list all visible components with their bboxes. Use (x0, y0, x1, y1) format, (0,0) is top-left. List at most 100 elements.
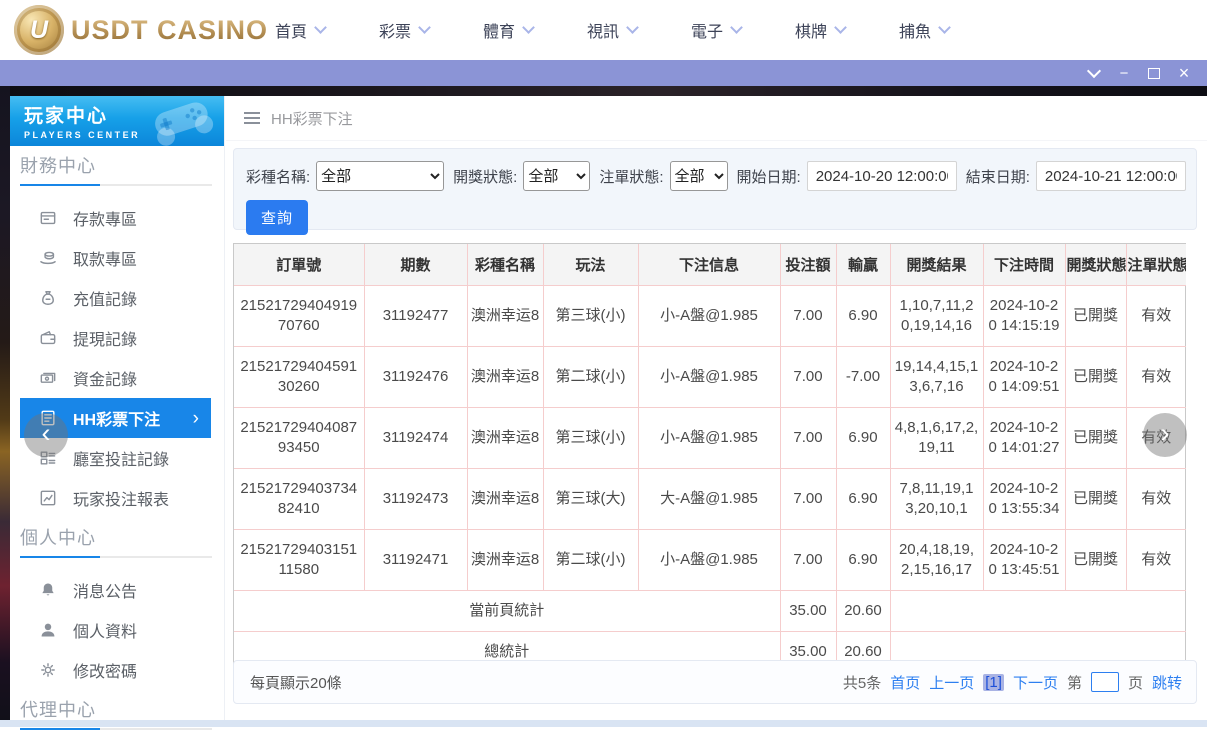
cell-play: 第三球(小) (543, 286, 638, 347)
cell-bet-info: 小-A盤@1.985 (638, 286, 780, 347)
end-date-input[interactable] (1036, 161, 1186, 191)
cell-draw-result: 19,14,4,15,13,6,7,16 (890, 347, 983, 408)
filter-row: 彩種名稱: 全部 開獎狀態: 全部 注單狀態: 全部 開始日期: 結束日期: (246, 161, 1196, 191)
report-icon (38, 488, 58, 508)
bell-icon (38, 580, 58, 600)
sidebar-item-0-0[interactable]: 存款專區 (10, 198, 224, 238)
cell-bet-amount: 7.00 (780, 286, 836, 347)
sidebar-item-1-0[interactable]: 消息公告 (10, 570, 224, 610)
sidebar-item-label: 玩家投注報表 (73, 486, 169, 510)
summary-win-loss: 20.60 (836, 591, 890, 632)
window-maximize-icon[interactable] (1139, 60, 1169, 86)
cell-play: 第二球(小) (543, 530, 638, 591)
page-title: HH彩票下注 (271, 108, 353, 129)
cell-lottery-name: 澳洲幸运8 (467, 408, 543, 469)
jump-label-prefix: 第 (1067, 672, 1082, 693)
sidebar-item-0-2[interactable]: 充值記錄 (10, 278, 224, 318)
sidebar-item-label: 提現記錄 (73, 326, 137, 350)
first-page-link[interactable]: 首页 (890, 672, 920, 693)
collapse-sidebar-button[interactable]: ‹ (24, 413, 68, 457)
nav-item-label: 捕魚 (899, 18, 931, 42)
col-header-order-status: 注單狀態 (1126, 244, 1186, 286)
sidebar: 玩家中心 PLAYERS CENTER 財務中心存款專區取款專區充值記錄提現記錄… (10, 96, 225, 720)
sidebar-item-label: 資金記錄 (73, 366, 137, 390)
cell-bet-amount: 7.00 (780, 347, 836, 408)
withdraw-icon (38, 248, 58, 268)
chevron-down-icon (418, 21, 431, 34)
background-strip-top (0, 86, 1207, 96)
draw-status-select[interactable]: 全部 (523, 161, 590, 191)
section-underline (20, 184, 212, 186)
filter-panel: 彩種名稱: 全部 開獎狀態: 全部 注單狀態: 全部 開始日期: 結束日期: 查… (233, 148, 1197, 230)
nav-item-5[interactable]: 棋牌 (768, 0, 872, 60)
col-header-draw-result: 開獎結果 (890, 244, 983, 286)
cell-bet-info: 小-A盤@1.985 (638, 408, 780, 469)
nav-item-3[interactable]: 視訊 (560, 0, 664, 60)
window-minimize-icon[interactable]: − (1109, 60, 1139, 86)
cell-order-no: 2152172940459130260 (234, 347, 364, 408)
chevron-down-icon (522, 21, 535, 34)
next-page-link[interactable]: 下一页 (1013, 672, 1058, 693)
order-status-select[interactable]: 全部 (670, 161, 728, 191)
nav-item-1[interactable]: 彩票 (352, 0, 456, 60)
window-chevron-down-icon[interactable] (1079, 60, 1109, 86)
nav-item-0[interactable]: 首頁 (248, 0, 352, 60)
prev-page-link[interactable]: 上一页 (929, 672, 974, 693)
sidebar-item-0-1[interactable]: 取款專區 (10, 238, 224, 278)
lottery-name-select[interactable]: 全部 (316, 161, 444, 191)
players-center-header: 玩家中心 PLAYERS CENTER (10, 96, 224, 146)
cell-order-no: 2152172940315111580 (234, 530, 364, 591)
nav-item-label: 棋牌 (795, 18, 827, 42)
section-title: 個人中心 (20, 524, 224, 550)
col-header-play: 玩法 (543, 244, 638, 286)
cell-bet-info: 大-A盤@1.985 (638, 469, 780, 530)
table-row-1: 215217294045913026031192476澳洲幸运8第二球(小)小-… (234, 347, 1186, 408)
logo[interactable]: U USDT CASINO (14, 5, 268, 55)
table-header-row: 訂單號期數彩種名稱玩法下注信息投注額輸贏開獎結果下注時間開獎狀態注單狀態 (234, 244, 1186, 286)
sidebar-item-0-3[interactable]: 提現記錄 (10, 318, 224, 358)
nav-item-label: 首頁 (275, 18, 307, 42)
summary-row-0: 當前頁統計35.0020.60 (234, 591, 1186, 632)
start-date-label: 開始日期: (737, 166, 801, 187)
breadcrumb: HH彩票下注 (226, 96, 1207, 141)
cell-lottery-name: 澳洲幸运8 (467, 286, 543, 347)
col-header-bet-amount: 投注額 (780, 244, 836, 286)
bottom-strip (0, 720, 1207, 727)
cell-period: 31192476 (364, 347, 467, 408)
cell-win-loss: 6.90 (836, 530, 890, 591)
col-header-period: 期數 (364, 244, 467, 286)
table-row-3: 215217294037348241031192473澳洲幸运8第三球(大)大-… (234, 469, 1186, 530)
window-close-icon[interactable]: × (1169, 60, 1199, 86)
cell-play: 第二球(小) (543, 347, 638, 408)
chevron-right-icon: › (193, 409, 211, 428)
table-row-4: 215217294031511158031192471澳洲幸运8第二球(小)小-… (234, 530, 1186, 591)
col-header-bet-time: 下注時間 (983, 244, 1065, 286)
end-date-label: 結束日期: (966, 166, 1030, 187)
table-row-2: 215217294040879345031192474澳洲幸运8第三球(小)小-… (234, 408, 1186, 469)
start-date-input[interactable] (807, 161, 957, 191)
nav-item-4[interactable]: 電子 (664, 0, 768, 60)
sidebar-item-1-1[interactable]: 個人資料 (10, 610, 224, 650)
page-number-input[interactable] (1091, 672, 1119, 692)
expand-panel-button[interactable]: › (1143, 413, 1187, 457)
cell-order-status: 有效 (1126, 347, 1186, 408)
current-page[interactable]: [1] (983, 674, 1004, 691)
window-titlebar: − × (0, 60, 1207, 86)
nav-item-label: 彩票 (379, 18, 411, 42)
nav-item-6[interactable]: 捕魚 (872, 0, 976, 60)
sidebar-item-1-2[interactable]: 修改密碼 (10, 650, 224, 690)
nav-item-2[interactable]: 體育 (456, 0, 560, 60)
chevron-down-icon (730, 21, 743, 34)
cell-draw-result: 1,10,7,11,20,19,14,16 (890, 286, 983, 347)
draw-status-label: 開獎狀態: (453, 166, 517, 187)
sidebar-item-0-4[interactable]: 資金記錄 (10, 358, 224, 398)
cell-order-no: 2152172940408793450 (234, 408, 364, 469)
menu-toggle-icon[interactable] (244, 117, 260, 119)
window-controls: − × (1079, 60, 1199, 86)
jump-button[interactable]: 跳转 (1152, 672, 1182, 693)
query-button[interactable]: 查詢 (246, 200, 308, 235)
sidebar-item-0-7[interactable]: 玩家投注報表 (10, 478, 224, 518)
nav-item-label: 體育 (483, 18, 515, 42)
cell-lottery-name: 澳洲幸运8 (467, 347, 543, 408)
cell-draw-status: 已開獎 (1065, 286, 1126, 347)
